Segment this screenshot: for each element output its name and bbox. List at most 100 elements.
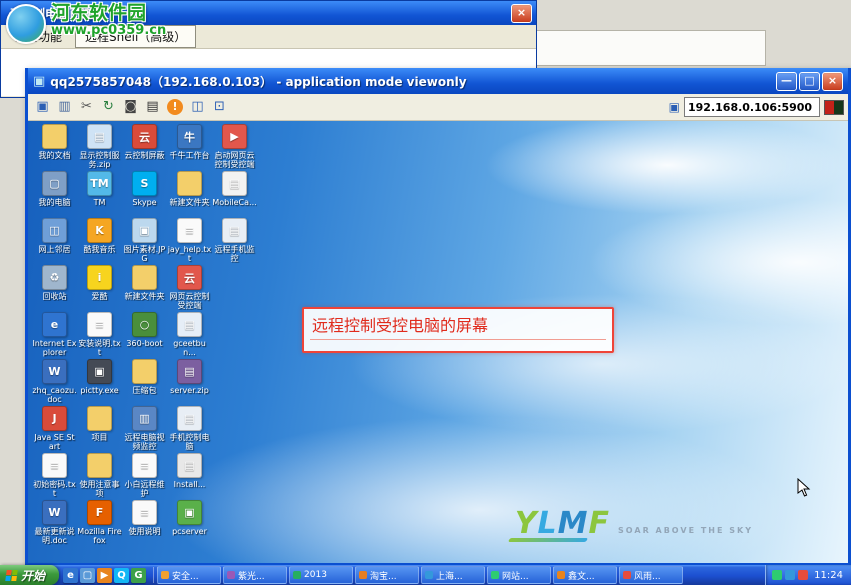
- aiku-icon[interactable]: i爱酷: [77, 265, 122, 301]
- archive-folder-icon[interactable]: 压缩包: [122, 359, 167, 395]
- remote-phone-icon[interactable]: ▤ 远程手机监控: [212, 218, 257, 263]
- new-folder-2-icon[interactable]: 新建文件夹: [122, 265, 167, 301]
- taskbar-task[interactable]: 淘宝...: [355, 566, 419, 584]
- antivirus-tray-icon[interactable]: [772, 570, 782, 580]
- new-folder-icon[interactable]: 新建文件夹: [167, 171, 212, 207]
- logo-letter: Y: [515, 506, 538, 541]
- desktop-icon-label: 我的电脑: [32, 198, 77, 207]
- tm-icon[interactable]: TMTM: [77, 171, 122, 207]
- media-player-icon[interactable]: ▶: [97, 568, 112, 583]
- show-desktop-icon[interactable]: ▢: [80, 568, 95, 583]
- 360-boot-icon[interactable]: ○360-boot: [122, 312, 167, 348]
- icon-glyph: ▣: [132, 218, 157, 243]
- qianniu-icon[interactable]: 牛千牛工作台: [167, 124, 212, 160]
- remote-desktop-view[interactable]: 我的文档▤显示控制服务.zip云云控制屏蔽牛千牛工作台▶启动网页云控制受控端 ▢我…: [28, 121, 848, 563]
- install-readme-icon[interactable]: ≡安装说明.txt: [77, 312, 122, 357]
- taskbar-task[interactable]: 鑫文...: [553, 566, 617, 584]
- fullscreen-icon[interactable]: ⊡: [209, 97, 230, 117]
- taskbar-task[interactable]: 风雨...: [619, 566, 683, 584]
- icon-glyph: ≡: [177, 218, 202, 243]
- desktop-icon-label: Java SE Start: [32, 433, 77, 451]
- greenbrowser-icon[interactable]: ▤gceetbun...: [167, 312, 212, 357]
- desktop-icon-label: 远程手机监控: [212, 245, 257, 263]
- logo-letter: L: [538, 506, 558, 541]
- desktop-icon-label: 网页云控制受控端: [167, 292, 212, 310]
- kuwo-icon[interactable]: K酷我音乐: [77, 218, 122, 254]
- password-txt-icon[interactable]: ≡初始密码.txt: [32, 453, 77, 498]
- phone-control-icon[interactable]: ▤手机控制电脑: [167, 406, 212, 451]
- jpg-file-icon[interactable]: ▣图片素材.JPG: [122, 218, 167, 263]
- screen-icon[interactable]: ▣: [32, 97, 53, 117]
- my-documents-icon[interactable]: 我的文档: [32, 124, 77, 160]
- server-zip-icon[interactable]: ▤server.zip: [167, 359, 212, 395]
- alert-icon[interactable]: !: [167, 99, 183, 115]
- internet-explorer-icon[interactable]: eInternet Explorer: [32, 312, 77, 357]
- close-button[interactable]: ×: [822, 72, 843, 91]
- close-button[interactable]: ×: [511, 4, 532, 23]
- minimize-button[interactable]: —: [776, 72, 797, 91]
- zip-file-icon[interactable]: ▤显示控制服务.zip: [77, 124, 122, 169]
- taskbar-task[interactable]: 网站...: [487, 566, 551, 584]
- printer-icon[interactable]: ▤: [142, 97, 163, 117]
- windows-flag-icon: [5, 570, 18, 581]
- address-input[interactable]: [684, 97, 820, 117]
- desktop-icon-label: 云控制屏蔽: [122, 151, 167, 160]
- app-icon: ▣: [33, 74, 45, 89]
- recycle-bin-icon[interactable]: ♻回收站: [32, 265, 77, 301]
- web-control-client-icon[interactable]: 云网页云控制受控端: [167, 265, 212, 310]
- messenger-tray-icon[interactable]: [785, 570, 795, 580]
- notes-folder-icon[interactable]: 使用注意事项: [77, 453, 122, 498]
- browser-icon[interactable]: G: [131, 568, 146, 583]
- jay-help-icon[interactable]: ≡jay_help.txt: [167, 218, 212, 263]
- logo-letter: M: [558, 506, 589, 541]
- java-se-icon[interactable]: JJava SE Start: [32, 406, 77, 451]
- taskbar-task[interactable]: 2013: [289, 566, 353, 584]
- icon-glyph: ♻: [42, 265, 67, 290]
- snapshot-icon[interactable]: ◙: [120, 97, 141, 117]
- annotation-divider: [310, 339, 606, 340]
- task-label: 淘宝...: [370, 569, 397, 582]
- pictty-icon[interactable]: ▣pictty.exe: [77, 359, 122, 395]
- desktop-icon-label: 小白远程维护: [122, 480, 167, 498]
- ie-icon[interactable]: e: [63, 568, 78, 583]
- maintain-txt-icon[interactable]: ≡小白远程维护: [122, 453, 167, 498]
- mobile-file-icon[interactable]: ▤MobileCa...: [212, 171, 257, 207]
- usage-txt-icon[interactable]: ≡使用说明: [122, 500, 167, 536]
- desktop-icon-label: 酷我音乐: [77, 245, 122, 254]
- remote-video-icon[interactable]: ▥远程电脑视频监控: [122, 406, 167, 451]
- titlebar[interactable]: ▣ qq2575857048（192.168.0.103） - applicat…: [28, 68, 848, 94]
- cloud-control-icon[interactable]: 云云控制屏蔽: [122, 124, 167, 160]
- qq-icon[interactable]: Q: [114, 568, 129, 583]
- maximize-button[interactable]: □: [799, 72, 820, 91]
- desktop-icon-label: 手机控制电脑: [167, 433, 212, 451]
- windows-icon[interactable]: ▥: [54, 97, 75, 117]
- icon-glyph: ≡: [87, 312, 112, 337]
- doc-file-icon[interactable]: Wzhq_caozu.doc: [32, 359, 77, 404]
- refresh-icon[interactable]: ↻: [98, 97, 119, 117]
- task-label: 网站...: [502, 569, 529, 582]
- firefox-icon[interactable]: FMozilla Firefox: [77, 500, 122, 545]
- watermark-url: www.pc0359.cn: [51, 24, 166, 38]
- start-button[interactable]: 开始: [0, 565, 59, 585]
- project-folder-icon[interactable]: 项目: [77, 406, 122, 442]
- alert-tray-icon[interactable]: [798, 570, 808, 580]
- taskbar-separator: [153, 567, 154, 583]
- task-label: 鑫文...: [568, 569, 595, 582]
- taskbar: 开始 e▢▶QG 安全... 紫光... 2013 淘宝... 上海... 网站... 鑫文…: [0, 565, 851, 585]
- icon-glyph: ▤: [222, 218, 247, 243]
- pcserver-icon[interactable]: ▣pcserver: [167, 500, 212, 536]
- tools-icon[interactable]: ✂: [76, 97, 97, 117]
- add-window-icon[interactable]: ◫: [187, 97, 208, 117]
- update-doc-icon[interactable]: W最新更新说明.doc: [32, 500, 77, 545]
- taskbar-task[interactable]: 紫光...: [223, 566, 287, 584]
- desktop-icon-label: pcserver: [167, 527, 212, 536]
- install-log-icon[interactable]: ▤Install...: [167, 453, 212, 489]
- desktop-icon-label: 项目: [77, 433, 122, 442]
- start-web-control-icon[interactable]: ▶启动网页云控制受控端: [212, 124, 257, 169]
- my-computer-icon[interactable]: ▢我的电脑: [32, 171, 77, 207]
- taskbar-task[interactable]: 安全...: [157, 566, 221, 584]
- task-label: 紫光...: [238, 569, 265, 582]
- taskbar-task[interactable]: 上海...: [421, 566, 485, 584]
- network-places-icon[interactable]: ◫网上邻居: [32, 218, 77, 254]
- skype-icon[interactable]: SSkype: [122, 171, 167, 207]
